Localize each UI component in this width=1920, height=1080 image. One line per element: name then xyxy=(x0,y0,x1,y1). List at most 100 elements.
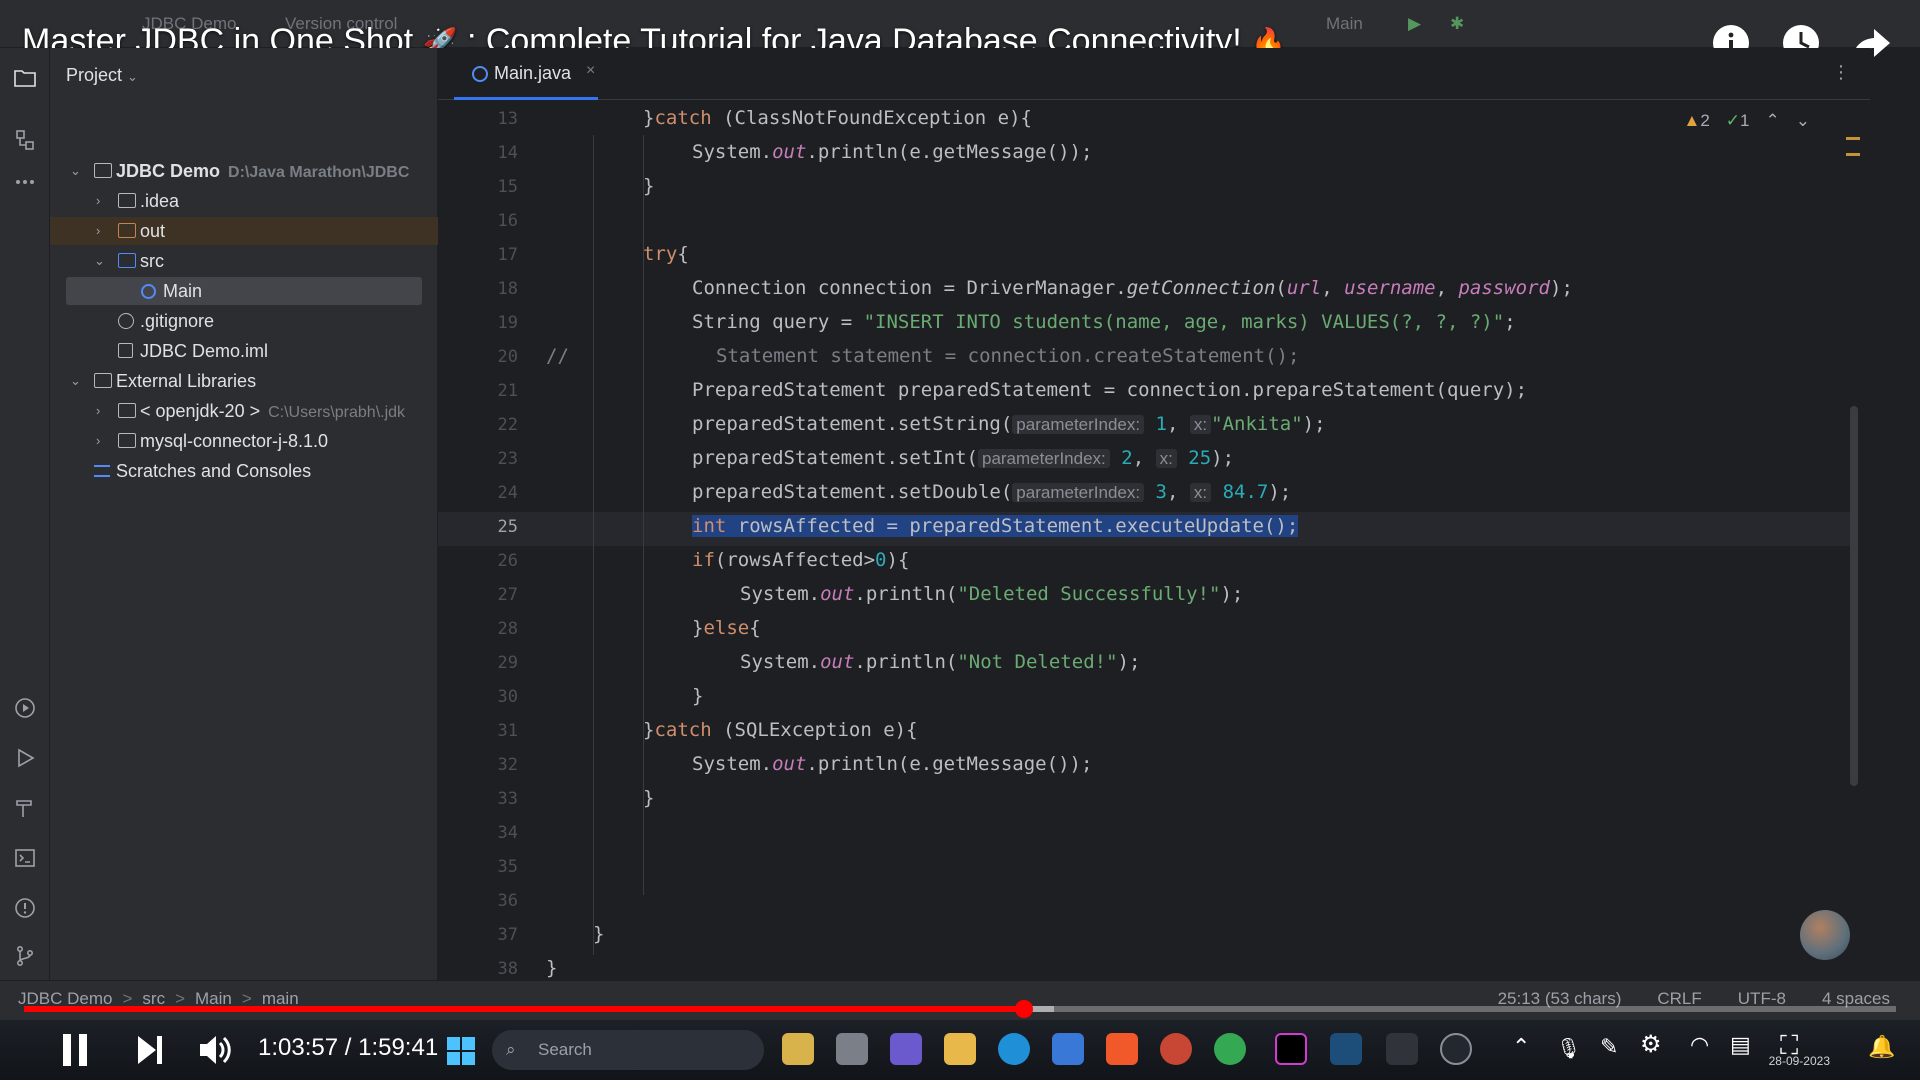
run-config-selector[interactable]: Main xyxy=(1326,14,1363,34)
code-line-24: preparedStatement.setDouble(parameterInd… xyxy=(692,481,1292,503)
pause-icon[interactable] xyxy=(60,1032,90,1068)
warning-stripe-marker[interactable] xyxy=(1846,153,1860,156)
chevron-right-icon[interactable]: › xyxy=(96,397,100,425)
code-area[interactable]: }catch (ClassNotFoundException e){ Syste… xyxy=(438,101,1870,980)
tree-label: mysql-connector-j-8.1.0 xyxy=(140,431,329,451)
run-tool-icon[interactable] xyxy=(13,746,37,770)
debug-icon[interactable]: ✱ xyxy=(1450,14,1464,34)
ignore-file-icon xyxy=(118,313,134,329)
intellij-app-icon[interactable] xyxy=(1275,1033,1307,1065)
tree-item-idea[interactable]: › .idea xyxy=(50,187,438,215)
workbench-app-icon[interactable] xyxy=(1330,1033,1362,1065)
code-line-23: preparedStatement.setInt(parameterIndex:… xyxy=(692,447,1235,469)
wifi-icon[interactable]: ◠ xyxy=(1690,1032,1709,1058)
search-icon: ⌕ xyxy=(506,1040,516,1059)
tree-item-iml[interactable]: JDBC Demo.iml xyxy=(50,337,438,365)
subtitles-icon[interactable]: ▤ xyxy=(1730,1032,1751,1058)
module-file-icon xyxy=(118,343,133,358)
chevron-down-icon[interactable]: ⌄ xyxy=(94,247,105,275)
project-view-label: Project xyxy=(66,65,123,85)
code-line-19: String query = "INSERT INTO students(nam… xyxy=(692,311,1516,333)
teams-app-icon[interactable] xyxy=(890,1033,922,1065)
warning-count[interactable]: ▲2 xyxy=(1683,111,1709,131)
next-video-icon[interactable] xyxy=(135,1032,165,1068)
project-view-selector[interactable]: Project ⌄ xyxy=(66,65,138,86)
run-icon[interactable]: ▶ xyxy=(1408,14,1421,34)
terminal-app-icon[interactable] xyxy=(1386,1033,1418,1065)
video-progress-bar[interactable] xyxy=(24,1000,1896,1018)
tree-item-external-libraries[interactable]: ⌄ External Libraries xyxy=(50,367,438,395)
parameter-hint: parameterIndex: xyxy=(1012,483,1145,502)
parameter-hint: parameterIndex: xyxy=(1012,415,1145,434)
tree-item-root[interactable]: ⌄ JDBC Demo D:\Java Marathon\JDBC xyxy=(50,157,438,185)
project-folder-icon[interactable] xyxy=(13,66,37,90)
more-tools-icon[interactable] xyxy=(13,170,37,194)
source-folder-icon xyxy=(118,253,136,268)
code-line-26: if(rowsAffected>0){ xyxy=(692,549,910,571)
tree-item-main[interactable]: Main xyxy=(66,277,422,305)
store-app-icon[interactable] xyxy=(1052,1033,1084,1065)
structure-icon[interactable] xyxy=(13,128,37,152)
microphone-icon[interactable]: 🎙 xyxy=(1556,1036,1581,1061)
code-line-18: Connection connection = DriverManager.ge… xyxy=(692,277,1573,299)
tree-item-src[interactable]: ⌄ src xyxy=(50,247,438,275)
notification-bell-icon[interactable]: 🔔 xyxy=(1868,1034,1895,1060)
code-editor[interactable]: 13 14 15 16 17 18 19 20 21 22 23 24 25 2… xyxy=(438,101,1870,980)
task-view-icon[interactable] xyxy=(836,1033,868,1065)
widgets-app-icon[interactable] xyxy=(782,1033,814,1065)
code-line-20: //Statement statement = connection.creat… xyxy=(546,345,1300,367)
powerpoint-app-icon[interactable] xyxy=(1160,1033,1192,1065)
tree-label: External Libraries xyxy=(116,371,257,391)
windows-start-icon[interactable] xyxy=(446,1036,476,1066)
tree-item-mysql-connector[interactable]: › mysql-connector-j-8.1.0 xyxy=(50,427,438,455)
edge-browser-icon[interactable] xyxy=(998,1033,1030,1065)
close-icon[interactable]: × xyxy=(586,62,595,80)
code-line-30: } xyxy=(692,685,704,707)
editor-tabs: Main.java × ⋮ xyxy=(438,48,1870,100)
settings-gear-icon[interactable]: ⚙ xyxy=(1640,1030,1662,1059)
pen-icon[interactable]: ✎ xyxy=(1600,1034,1618,1060)
tree-item-scratches[interactable]: Scratches and Consoles xyxy=(50,457,438,485)
tab-main-java[interactable]: Main.java × xyxy=(454,48,598,100)
chevron-up-icon[interactable]: ⌃ xyxy=(1766,111,1780,131)
chrome-browser-icon[interactable] xyxy=(1214,1033,1246,1065)
build-hammer-icon[interactable] xyxy=(13,796,37,820)
services-icon[interactable] xyxy=(13,696,37,720)
chevron-right-icon[interactable]: › xyxy=(96,217,100,245)
volume-icon[interactable] xyxy=(198,1032,232,1068)
chevron-up-icon[interactable]: ⌃ xyxy=(1512,1034,1530,1060)
tree-label: Main xyxy=(163,281,203,301)
time-current: 1:03:57 xyxy=(258,1034,339,1061)
progress-played xyxy=(24,1006,1024,1012)
search-placeholder: Search xyxy=(538,1040,592,1059)
chevron-down-icon[interactable]: ⌄ xyxy=(70,157,81,185)
code-line-25: int rowsAffected = preparedStatement.exe… xyxy=(692,509,1920,543)
tree-item-gitignore[interactable]: .gitignore xyxy=(50,307,438,335)
parameter-hint: x: xyxy=(1189,415,1212,434)
chevron-down-icon[interactable]: ⌄ xyxy=(1796,111,1810,131)
brave-browser-icon[interactable] xyxy=(1106,1033,1138,1065)
problems-icon[interactable] xyxy=(13,896,37,920)
code-line-31: }catch (SQLException e){ xyxy=(643,719,918,741)
status-bar: JDBC Demo > src > Main > main 25:13 (53 … xyxy=(0,980,1920,1020)
code-line-29: System.out.println("Not Deleted!"); xyxy=(740,651,1141,673)
check-icon: ✓ xyxy=(1725,111,1741,130)
tree-item-out[interactable]: › out xyxy=(50,217,438,245)
tree-item-openjdk[interactable]: › < openjdk-20 > C:\Users\prabh\.jdk xyxy=(50,397,438,425)
git-icon[interactable] xyxy=(13,944,37,968)
more-vertical-icon[interactable]: ⋮ xyxy=(1832,62,1850,83)
terminal-icon[interactable] xyxy=(13,846,37,870)
warning-stripe-marker[interactable] xyxy=(1846,137,1860,140)
screen-recorder-icon[interactable] xyxy=(1440,1033,1472,1065)
taskbar-search[interactable]: ⌕ Search xyxy=(492,1030,764,1070)
file-explorer-icon[interactable] xyxy=(944,1033,976,1065)
check-count[interactable]: ✓1 xyxy=(1726,111,1750,131)
chevron-right-icon[interactable]: › xyxy=(96,427,100,455)
inspection-widget[interactable]: ▲2 ✓1 ⌃ ⌄ xyxy=(1683,111,1810,131)
progress-scrubber-handle[interactable] xyxy=(1014,1000,1033,1018)
chevron-right-icon[interactable]: › xyxy=(96,187,100,215)
chevron-down-icon[interactable]: ⌄ xyxy=(70,367,81,395)
tree-label: < openjdk-20 > xyxy=(140,401,261,421)
tree-path-hint: D:\Java Marathon\JDBC xyxy=(228,164,410,181)
vertical-scrollbar[interactable] xyxy=(1850,406,1858,786)
